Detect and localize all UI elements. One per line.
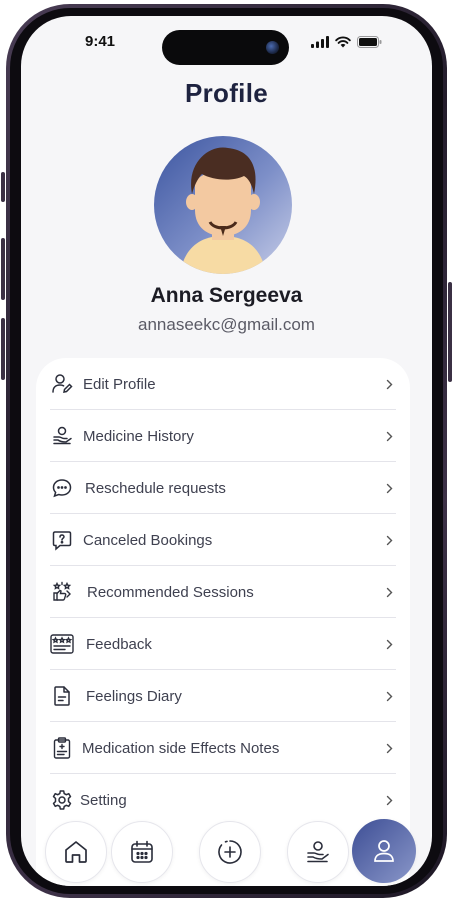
chevron-right-icon bbox=[384, 738, 394, 758]
document-icon bbox=[50, 684, 74, 708]
user-edit-icon bbox=[50, 372, 74, 396]
question-bubble-icon bbox=[50, 528, 74, 552]
side-button bbox=[448, 282, 452, 382]
tab-profile[interactable] bbox=[352, 819, 416, 883]
menu-item-label: Edit Profile bbox=[83, 375, 156, 393]
menu-item-reschedule-requests[interactable]: Reschedule requests bbox=[50, 462, 396, 514]
calendar-icon bbox=[131, 840, 153, 863]
chat-bubble-icon bbox=[50, 476, 74, 500]
menu-item-label: Canceled Bookings bbox=[83, 531, 213, 549]
menu-item-label: Feedback bbox=[86, 635, 152, 653]
tab-medicine[interactable] bbox=[287, 821, 349, 883]
menu-item-label: Recommended Sessions bbox=[87, 583, 254, 601]
avatar bbox=[154, 136, 292, 274]
page-title: Profile bbox=[184, 78, 268, 108]
chevron-right-icon bbox=[384, 530, 394, 550]
home-icon bbox=[65, 841, 87, 863]
person-illustration bbox=[180, 147, 266, 274]
chevron-right-icon bbox=[384, 374, 394, 394]
menu-item-label: Medicine History bbox=[83, 427, 194, 445]
chevron-right-icon bbox=[384, 634, 394, 654]
rating-stars-icon bbox=[50, 632, 74, 656]
tab-home[interactable] bbox=[45, 821, 107, 883]
signal-icon bbox=[311, 36, 329, 48]
menu-item-feedback[interactable]: Feedback bbox=[50, 618, 396, 670]
dynamic-island bbox=[162, 30, 289, 65]
battery-icon bbox=[357, 36, 382, 48]
clipboard-icon bbox=[50, 736, 74, 760]
menu-item-edit-profile[interactable]: Edit Profile bbox=[50, 358, 396, 410]
menu-item-recommended-sessions[interactable]: Recommended Sessions bbox=[50, 566, 396, 618]
add-circle-icon bbox=[218, 840, 242, 864]
chevron-right-icon bbox=[384, 478, 394, 498]
hand-pill-icon bbox=[50, 424, 74, 448]
side-button bbox=[1, 172, 5, 202]
tab-calendar[interactable] bbox=[111, 821, 173, 883]
gear-icon bbox=[50, 788, 74, 812]
status-time: 9:41 bbox=[85, 33, 116, 50]
menu-item-feelings-diary[interactable]: Feelings Diary bbox=[50, 670, 396, 722]
tab-bar bbox=[21, 816, 432, 886]
user-email: annaseekc@gmail.com bbox=[138, 315, 315, 334]
camera-icon bbox=[266, 41, 279, 54]
menu-item-side-effects-notes[interactable]: Medication side Effects Notes bbox=[50, 722, 396, 774]
screen: 9:41 Profile Anna Sergeeva annaseekc@gma… bbox=[21, 16, 432, 886]
side-button bbox=[1, 238, 5, 300]
wifi-icon bbox=[335, 36, 351, 48]
hand-pill-icon bbox=[307, 841, 329, 863]
menu-card: Edit Profile Medicine History Reschedule… bbox=[36, 358, 410, 886]
chevron-right-icon bbox=[384, 790, 394, 810]
menu-item-label: Feelings Diary bbox=[86, 687, 182, 705]
chevron-right-icon bbox=[384, 582, 394, 602]
status-icons bbox=[311, 36, 382, 48]
menu-item-label: Setting bbox=[80, 791, 127, 809]
chevron-right-icon bbox=[384, 426, 394, 446]
menu-item-medicine-history[interactable]: Medicine History bbox=[50, 410, 396, 462]
chevron-right-icon bbox=[384, 686, 394, 706]
menu-item-canceled-bookings[interactable]: Canceled Bookings bbox=[50, 514, 396, 566]
menu-item-label: Reschedule requests bbox=[85, 479, 226, 497]
menu-item-label: Medication side Effects Notes bbox=[82, 739, 280, 757]
user-name: Anna Sergeeva bbox=[150, 284, 303, 307]
profile-icon bbox=[374, 840, 394, 862]
recommendation-icon bbox=[50, 580, 74, 604]
tab-add[interactable] bbox=[199, 821, 261, 883]
side-button bbox=[1, 318, 5, 380]
